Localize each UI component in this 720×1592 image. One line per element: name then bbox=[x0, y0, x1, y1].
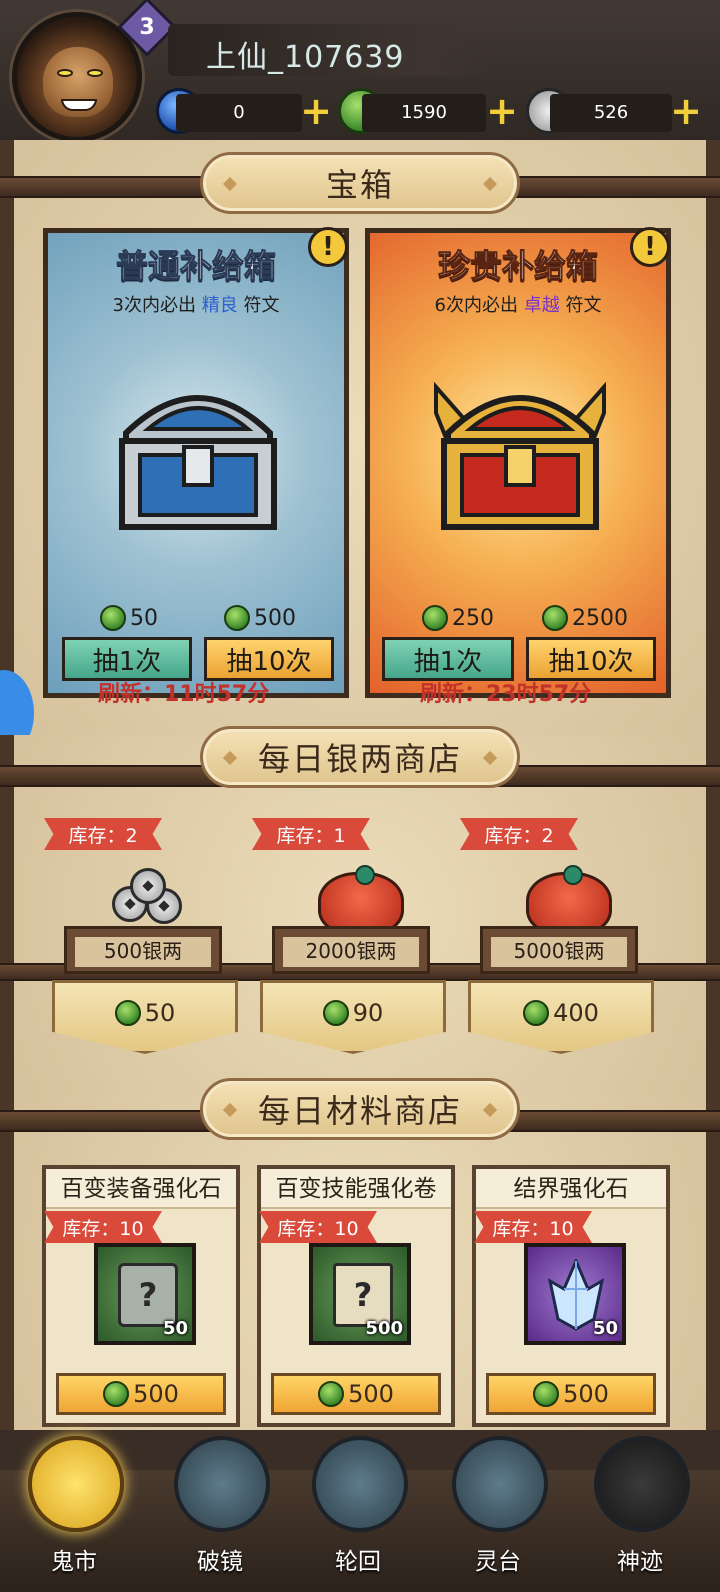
normal-chest-subtitle: 3次内必出 精良 符文 bbox=[112, 295, 280, 316]
player-name: 上仙_107639 bbox=[206, 40, 405, 75]
material-name: 百变装备强化石 bbox=[46, 1169, 236, 1209]
coin-emblem-icon bbox=[28, 1436, 124, 1532]
jade-value: 1590 bbox=[401, 102, 447, 123]
nav-label: 轮回 bbox=[335, 1549, 381, 1575]
normal-chest-title: 普通补给箱 bbox=[115, 247, 276, 286]
mystery-scroll-icon: ? 500 bbox=[309, 1243, 411, 1345]
currency-jade: 1590 bbox=[362, 94, 486, 132]
red-gold-chest-icon bbox=[434, 381, 606, 530]
stock-tag: 库存：10 bbox=[259, 1211, 377, 1243]
add-jade-button[interactable]: + bbox=[484, 92, 520, 130]
stock-tag: 库存：10 bbox=[474, 1211, 592, 1243]
add-silver-button[interactable]: + bbox=[668, 92, 704, 130]
chest-section-title: 宝箱 bbox=[325, 166, 394, 204]
pavilion-icon bbox=[452, 1436, 548, 1532]
silver-item-label: 2000银两 bbox=[283, 937, 419, 967]
jade-icon bbox=[523, 1000, 550, 1026]
jade-icon bbox=[224, 605, 250, 631]
shop-item-shelf[interactable]: 5000银两 bbox=[480, 926, 638, 974]
shop-item-shelf[interactable]: 2000银两 bbox=[272, 926, 430, 974]
silver-item-label: 5000银两 bbox=[491, 937, 627, 967]
rare-draw-ten-button[interactable]: 抽10次 bbox=[526, 637, 656, 681]
mystery-stone-icon: ? 50 bbox=[94, 1243, 196, 1345]
rare-chest-card[interactable]: 珍贵补给箱 6次内必出 卓越 符文 ! 250 2500 抽1次 抽10次 bbox=[365, 227, 671, 698]
silver-shop-title-plate: 每日银两商店 bbox=[200, 726, 520, 788]
normal-ten-price: 500 bbox=[224, 605, 296, 631]
top-bar: 3 上仙_107639 0 + 1590 + 526 + bbox=[0, 0, 720, 142]
material-shop-title-plate: 每日材料商店 bbox=[200, 1078, 520, 1140]
material-card[interactable]: 结界强化石 库存：10 50 500 bbox=[472, 1165, 670, 1427]
currency-silver: 526 bbox=[550, 94, 672, 132]
material-qty: 500 bbox=[365, 1318, 403, 1339]
rare-once-price: 250 bbox=[422, 605, 494, 631]
jade-icon bbox=[114, 1000, 141, 1026]
normal-once-price: 50 bbox=[100, 605, 158, 631]
add-gems-button[interactable]: + bbox=[298, 92, 334, 130]
normal-draw-once-button[interactable]: 抽1次 bbox=[62, 637, 192, 681]
nav-reincarnation[interactable]: 轮回 bbox=[298, 1430, 418, 1575]
jade-icon bbox=[322, 1000, 349, 1026]
normal-chest-refresh: 刷新：11时57分 bbox=[98, 682, 270, 707]
normal-draw-ten-button[interactable]: 抽10次 bbox=[204, 637, 334, 681]
cracked-mirror-icon bbox=[174, 1436, 270, 1532]
exclamation-icon[interactable]: ! bbox=[630, 227, 670, 267]
jade-icon bbox=[533, 1381, 560, 1407]
nav-miracle[interactable]: 神迹 bbox=[580, 1430, 700, 1575]
rare-ten-price: 2500 bbox=[542, 605, 628, 631]
exclamation-icon[interactable]: ! bbox=[308, 227, 348, 267]
rare-chest-refresh: 刷新：23时57分 bbox=[420, 682, 592, 707]
avatar-eye-right bbox=[87, 69, 103, 77]
gems-value: 0 bbox=[233, 102, 245, 123]
blue-chest-icon bbox=[119, 395, 277, 530]
rare-draw-once-button[interactable]: 抽1次 bbox=[382, 637, 514, 681]
jade-icon bbox=[318, 1381, 345, 1407]
stock-tag: 库存：10 bbox=[44, 1211, 162, 1243]
avatar-eye-left bbox=[57, 69, 73, 77]
nav-label: 神迹 bbox=[617, 1549, 663, 1575]
material-name: 结界强化石 bbox=[476, 1169, 666, 1209]
silver-coins-icon bbox=[108, 868, 188, 928]
nav-label: 破镜 bbox=[197, 1549, 243, 1575]
nav-label: 灵台 bbox=[475, 1549, 521, 1575]
yin-yang-icon bbox=[312, 1436, 408, 1532]
shop-item-shelf[interactable]: 500银两 bbox=[64, 926, 222, 974]
jade-icon bbox=[422, 605, 448, 631]
rare-chest-title: 珍贵补给箱 bbox=[437, 247, 598, 286]
nav-spirit-platform[interactable]: 灵台 bbox=[438, 1430, 558, 1575]
material-buy-button[interactable]: 500 bbox=[56, 1373, 226, 1415]
stock-tag: 库存：1 bbox=[252, 818, 370, 850]
crystal-icon: 50 bbox=[524, 1243, 626, 1345]
jade-icon bbox=[103, 1381, 130, 1407]
silver-shop-title: 每日银两商店 bbox=[257, 740, 462, 778]
material-name: 百变技能强化卷 bbox=[261, 1169, 451, 1209]
material-card[interactable]: 百变技能强化卷 库存：10 ? 500 500 bbox=[257, 1165, 455, 1427]
rare-chest-subtitle: 6次内必出 卓越 符文 bbox=[434, 295, 602, 316]
silver-item-label: 500银两 bbox=[75, 937, 211, 967]
nav-breakthrough[interactable]: 破镜 bbox=[160, 1430, 280, 1575]
material-card[interactable]: 百变装备强化石 库存：10 ? 50 500 bbox=[42, 1165, 240, 1427]
nav-ghost-market[interactable]: 鬼市 bbox=[14, 1430, 134, 1575]
normal-chest-card[interactable]: 普通补给箱 3次内必出 精良 符文 ! 50 500 抽1次 抽10次 bbox=[43, 227, 349, 698]
currency-gems: 0 bbox=[176, 94, 302, 132]
player-level: 3 bbox=[139, 14, 155, 40]
material-buy-button[interactable]: 500 bbox=[271, 1373, 441, 1415]
stock-tag: 库存：2 bbox=[460, 818, 578, 850]
player-name-plate: 上仙_107639 bbox=[168, 24, 488, 76]
material-qty: 50 bbox=[162, 1318, 188, 1339]
chest-section-title-plate: 宝箱 bbox=[200, 152, 520, 214]
nav-label: 鬼市 bbox=[51, 1549, 97, 1575]
bottom-nav: 鬼市 破镜 轮回 灵台 神迹 bbox=[0, 1430, 720, 1592]
locked-shadow-icon bbox=[594, 1436, 690, 1532]
material-qty: 50 bbox=[592, 1318, 618, 1339]
jade-icon bbox=[100, 605, 126, 631]
silver-value: 526 bbox=[593, 102, 629, 123]
jade-icon bbox=[542, 605, 568, 631]
stock-tag: 库存：2 bbox=[44, 818, 162, 850]
material-shop-title: 每日材料商店 bbox=[257, 1092, 462, 1130]
material-buy-button[interactable]: 500 bbox=[486, 1373, 656, 1415]
